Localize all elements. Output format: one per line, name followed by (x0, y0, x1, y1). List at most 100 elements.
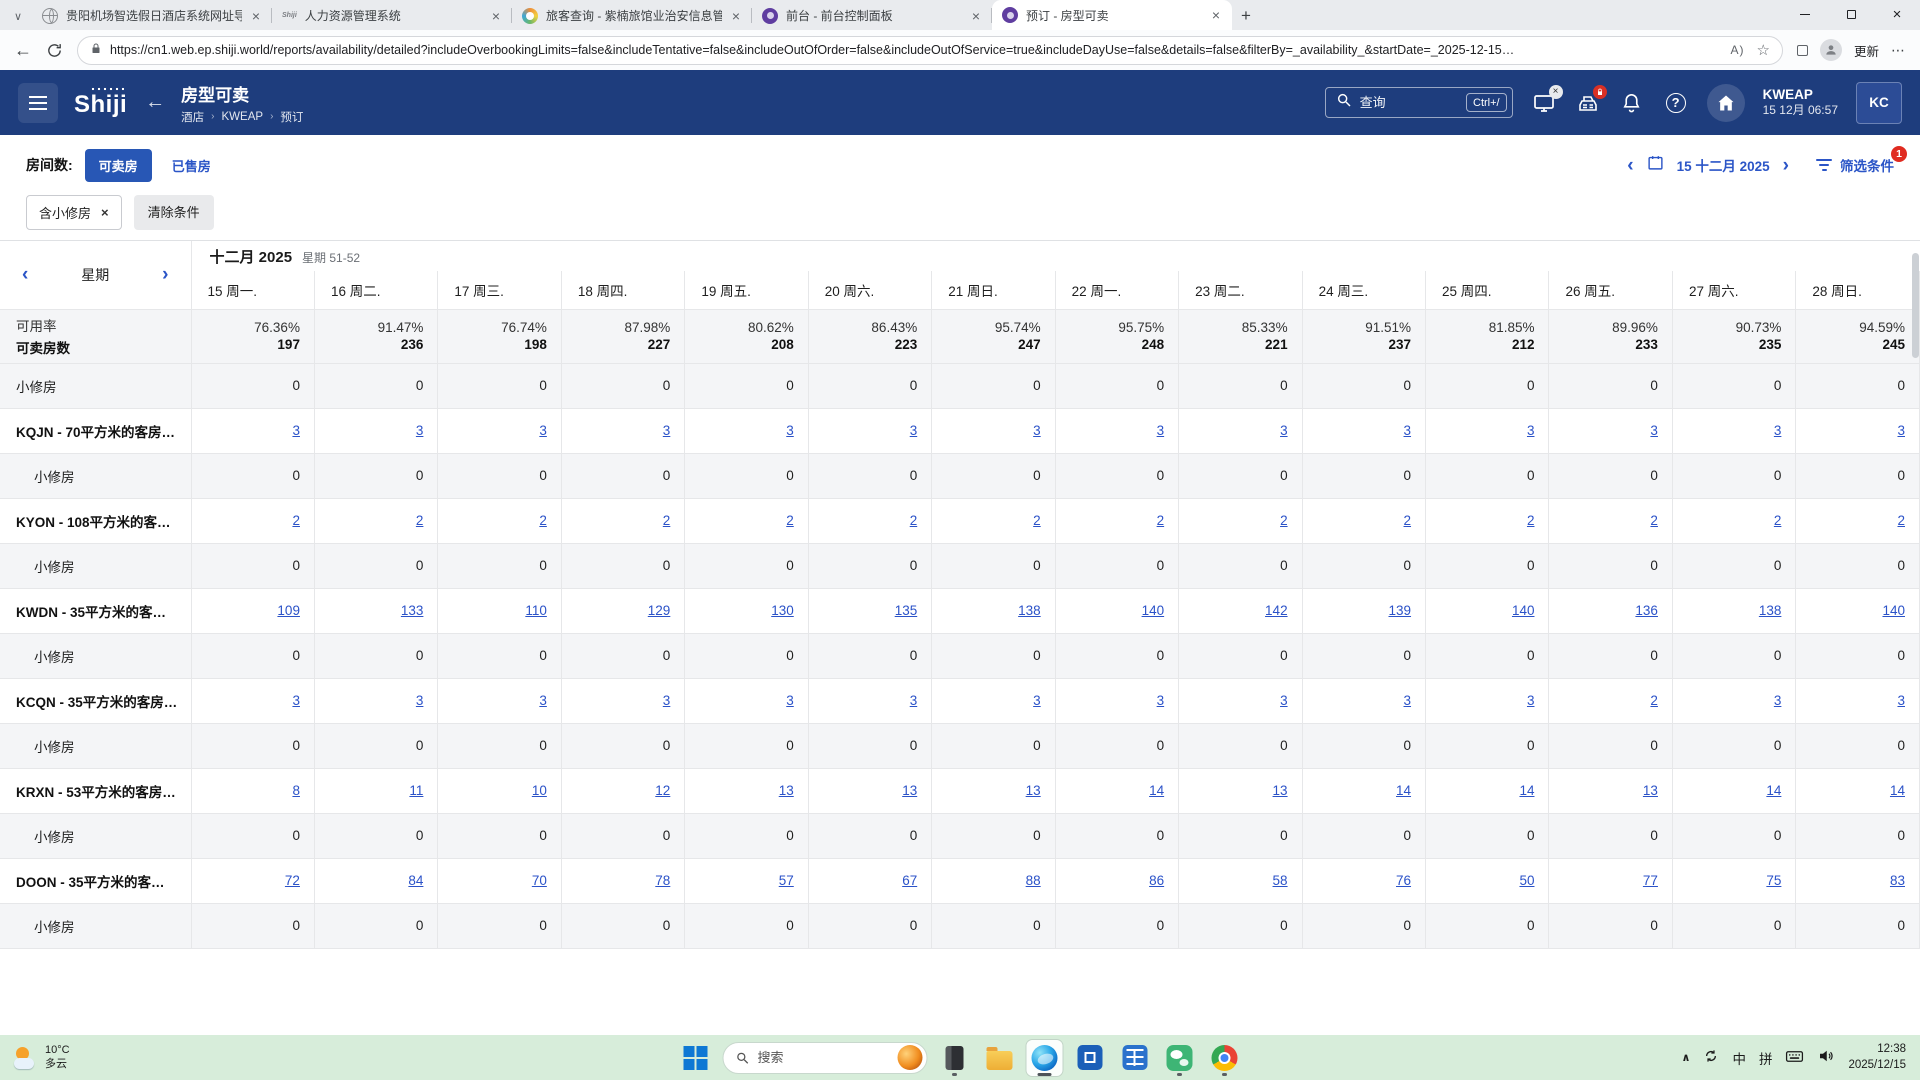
search-highlight-icon[interactable] (898, 1045, 923, 1070)
availability-link[interactable]: 76 (1396, 873, 1411, 888)
availability-link[interactable]: 3 (786, 693, 794, 708)
browser-tab[interactable]: 前台 - 前台控制面板× (752, 1, 992, 30)
availability-link[interactable]: 3 (1774, 423, 1782, 438)
availability-link[interactable]: 2 (1404, 513, 1412, 528)
browser-tab[interactable]: 旅客查询 - 紫楠旅馆业治安信息管× (512, 1, 752, 30)
availability-link[interactable]: 3 (786, 423, 794, 438)
availability-link[interactable]: 14 (1396, 783, 1411, 798)
availability-link[interactable]: 10 (532, 783, 547, 798)
close-button[interactable]: × (1874, 0, 1920, 29)
availability-link[interactable]: 77 (1643, 873, 1658, 888)
browser-tab[interactable]: 贵阳机场智选假日酒店系统网址导× (32, 1, 272, 30)
tab-search-chevron-icon[interactable]: ∨ (4, 2, 32, 30)
availability-link[interactable]: 3 (1897, 693, 1905, 708)
availability-link[interactable]: 138 (1759, 603, 1782, 618)
availability-link[interactable]: 3 (292, 693, 300, 708)
availability-link[interactable]: 2 (786, 513, 794, 528)
calendar-icon[interactable] (1647, 154, 1664, 176)
vertical-scrollbar[interactable] (1912, 245, 1919, 945)
availability-link[interactable]: 3 (910, 693, 918, 708)
breadcrumb-hotel[interactable]: 酒店 (181, 109, 204, 125)
availability-link[interactable]: 109 (277, 603, 300, 618)
availability-link[interactable]: 13 (1026, 783, 1041, 798)
filter-chip-maintenance[interactable]: 含小修房 × (26, 195, 122, 230)
availability-link[interactable]: 2 (1774, 513, 1782, 528)
breadcrumb-booking[interactable]: 预订 (280, 109, 303, 125)
availability-link[interactable]: 83 (1890, 873, 1905, 888)
back-icon[interactable]: ← (14, 40, 32, 61)
reload-icon[interactable] (46, 42, 63, 59)
date-next-icon[interactable]: › (1783, 156, 1789, 175)
taskbar-calculator[interactable] (1117, 1040, 1153, 1076)
bookmark-star-icon[interactable]: ☆ (1757, 41, 1770, 59)
availability-link[interactable]: 2 (1033, 513, 1041, 528)
tab-close-icon[interactable]: × (250, 8, 262, 24)
availability-link[interactable]: 2 (1280, 513, 1288, 528)
maximize-button[interactable] (1828, 0, 1874, 29)
session-monitor-icon[interactable]: × (1531, 90, 1557, 116)
property-home-icon[interactable] (1707, 84, 1745, 122)
availability-link[interactable]: 3 (1280, 423, 1288, 438)
taskbar-clock[interactable]: 12:38 2025/12/15 (1848, 1042, 1906, 1073)
availability-link[interactable]: 13 (902, 783, 917, 798)
availability-link[interactable]: 142 (1265, 603, 1288, 618)
ime-pinyin-indicator[interactable]: 拼 (1759, 1048, 1773, 1068)
help-icon[interactable]: ? (1663, 90, 1689, 116)
search-input[interactable] (1360, 95, 1458, 110)
tray-expand-icon[interactable]: ∧ (1682, 1051, 1691, 1064)
global-search[interactable]: Ctrl+/ (1325, 87, 1513, 118)
browser-tab[interactable]: Shiji人力资源管理系统× (272, 1, 512, 30)
availability-link[interactable]: 3 (1774, 693, 1782, 708)
availability-link[interactable]: 57 (779, 873, 794, 888)
touch-keyboard-icon[interactable] (1785, 1047, 1804, 1069)
availability-link[interactable]: 13 (1643, 783, 1658, 798)
availability-link[interactable]: 2 (1527, 513, 1535, 528)
availability-link[interactable]: 12 (655, 783, 670, 798)
availability-link[interactable]: 14 (1766, 783, 1781, 798)
start-button[interactable] (678, 1040, 714, 1076)
tab-close-icon[interactable]: × (730, 8, 742, 24)
address-bar[interactable]: https://cn1.web.ep.shiji.world/reports/a… (77, 36, 1783, 65)
availability-link[interactable]: 67 (902, 873, 917, 888)
availability-link[interactable]: 75 (1766, 873, 1781, 888)
availability-link[interactable]: 3 (1280, 693, 1288, 708)
availability-link[interactable]: 2 (1650, 513, 1658, 528)
cashier-icon[interactable] (1575, 90, 1601, 116)
availability-link[interactable]: 84 (408, 873, 423, 888)
taskbar-app-device[interactable] (937, 1040, 973, 1076)
available-rooms-toggle[interactable]: 可卖房 (85, 149, 152, 182)
availability-link[interactable]: 78 (655, 873, 670, 888)
availability-link[interactable]: 3 (1404, 693, 1412, 708)
browser-menu-icon[interactable]: ⋯ (1891, 42, 1906, 59)
availability-link[interactable]: 3 (1650, 423, 1658, 438)
availability-link[interactable]: 3 (539, 423, 547, 438)
availability-link[interactable]: 14 (1149, 783, 1164, 798)
availability-link[interactable]: 86 (1149, 873, 1164, 888)
browser-tab[interactable]: 预订 - 房型可卖× (992, 0, 1232, 30)
availability-link[interactable]: 50 (1519, 873, 1534, 888)
availability-link[interactable]: 3 (1033, 693, 1041, 708)
availability-link[interactable]: 3 (1404, 423, 1412, 438)
availability-link[interactable]: 3 (1897, 423, 1905, 438)
availability-link[interactable]: 3 (663, 423, 671, 438)
availability-link[interactable]: 58 (1273, 873, 1288, 888)
availability-link[interactable]: 8 (292, 783, 300, 798)
browser-profile-avatar[interactable] (1820, 39, 1842, 61)
availability-link[interactable]: 3 (1527, 693, 1535, 708)
taskbar-search-input[interactable] (758, 1050, 890, 1065)
availability-link[interactable]: 3 (1157, 423, 1165, 438)
ime-language-indicator[interactable]: 中 (1732, 1048, 1746, 1068)
date-prev-icon[interactable]: ‹ (1627, 156, 1633, 175)
availability-link[interactable]: 110 (525, 603, 547, 618)
tray-sync-icon[interactable] (1703, 1048, 1719, 1067)
availability-link[interactable]: 3 (1157, 693, 1165, 708)
availability-link[interactable]: 135 (895, 603, 918, 618)
availability-link[interactable]: 139 (1389, 603, 1412, 618)
tab-close-icon[interactable]: × (490, 8, 502, 24)
user-avatar[interactable]: KC (1856, 82, 1902, 124)
taskbar-search[interactable] (723, 1042, 928, 1074)
availability-link[interactable]: 2 (1897, 513, 1905, 528)
availability-link[interactable]: 3 (1527, 423, 1535, 438)
availability-link[interactable]: 14 (1890, 783, 1905, 798)
availability-link[interactable]: 3 (416, 423, 424, 438)
